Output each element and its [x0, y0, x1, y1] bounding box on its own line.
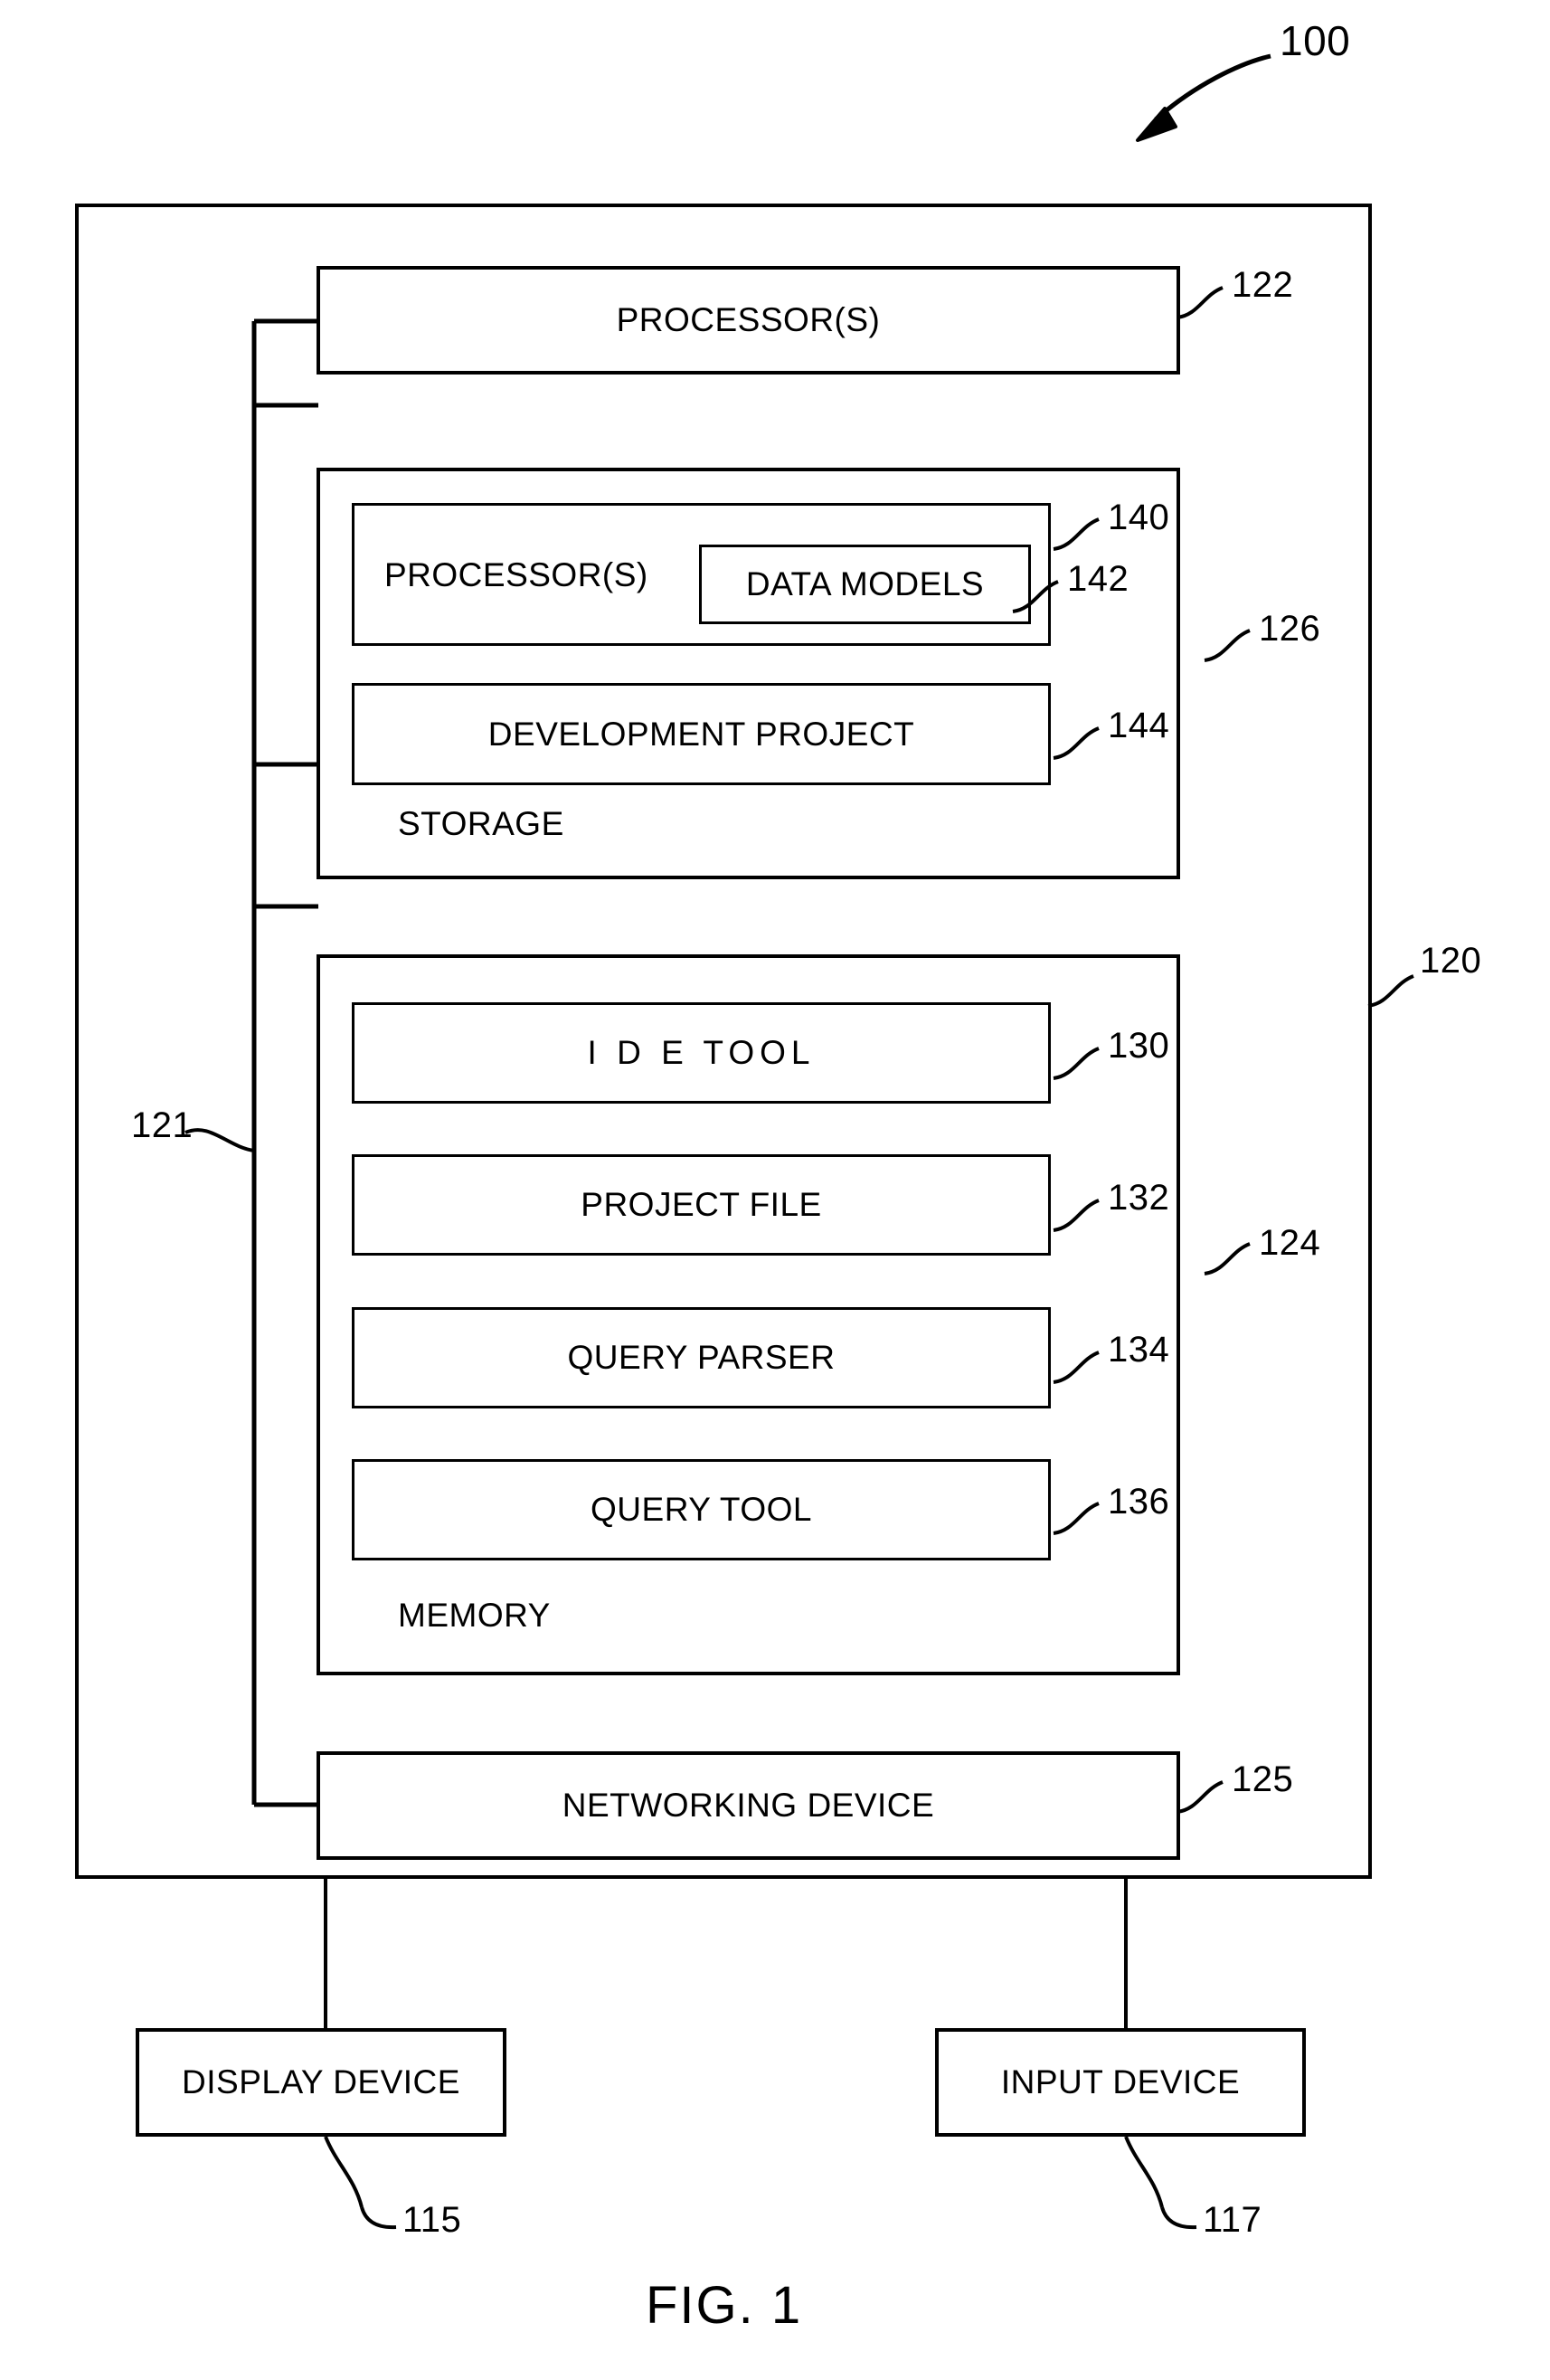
ref-144: 144	[1108, 706, 1170, 745]
processor-block-label: PROCESSOR(S)	[616, 301, 881, 338]
input-device-block: INPUT DEVICE	[935, 2028, 1306, 2137]
ref-130: 130	[1108, 1026, 1170, 1066]
figure-caption: FIG. 1	[646, 2276, 803, 2335]
processor-block: PROCESSOR(S)	[317, 266, 1180, 375]
ref-136: 136	[1108, 1482, 1170, 1522]
query-parser-label: QUERY PARSER	[567, 1339, 836, 1376]
ref-125: 125	[1232, 1759, 1294, 1799]
input-device-label: INPUT DEVICE	[1000, 2063, 1241, 2100]
ref-122: 122	[1232, 265, 1294, 305]
project-file-block: PROJECT FILE	[352, 1154, 1051, 1256]
ref-121-bus: 121	[131, 1105, 194, 1145]
project-file-label: PROJECT FILE	[581, 1186, 822, 1223]
networking-device-block: NETWORKING DEVICE	[317, 1751, 1180, 1860]
query-parser-block: QUERY PARSER	[352, 1307, 1051, 1408]
storage-processor-label: PROCESSOR(S)	[384, 556, 648, 593]
development-project-block: DEVELOPMENT PROJECT	[352, 683, 1051, 785]
ref-134: 134	[1108, 1330, 1170, 1370]
query-tool-block: QUERY TOOL	[352, 1459, 1051, 1560]
ide-tool-label: I D E TOOL	[587, 1034, 816, 1071]
ref-117: 117	[1203, 2200, 1262, 2240]
ref-140: 140	[1108, 498, 1170, 537]
display-device-label: DISPLAY DEVICE	[182, 2063, 460, 2100]
ide-tool-block: I D E TOOL	[352, 1002, 1051, 1104]
networking-device-label: NETWORKING DEVICE	[562, 1787, 935, 1824]
patent-figure-1: 100 120 121 PROCESSOR(S) 122 STORAGE 126…	[0, 0, 1550, 2380]
ref-132: 132	[1108, 1178, 1170, 1218]
ref-124: 124	[1259, 1223, 1321, 1263]
display-device-block: DISPLAY DEVICE	[136, 2028, 506, 2137]
development-project-label: DEVELOPMENT PROJECT	[487, 715, 915, 753]
ref-100: 100	[1280, 17, 1351, 64]
ref-126: 126	[1259, 609, 1321, 649]
ref-142: 142	[1067, 559, 1129, 599]
memory-block-label: MEMORY	[398, 1597, 551, 1634]
ref-115: 115	[402, 2200, 462, 2240]
data-models-label: DATA MODELS	[745, 565, 985, 602]
storage-block-label: STORAGE	[398, 805, 564, 842]
data-models-block: DATA MODELS	[699, 545, 1031, 624]
ref-120: 120	[1420, 941, 1482, 981]
query-tool-label: QUERY TOOL	[591, 1491, 812, 1528]
